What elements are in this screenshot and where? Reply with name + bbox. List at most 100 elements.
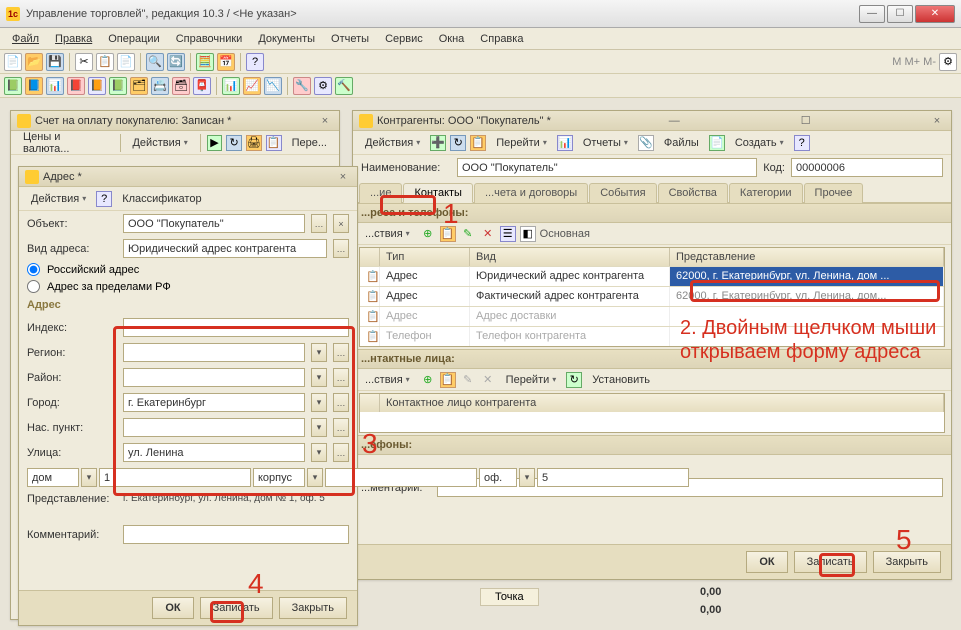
invoice-goto-button[interactable]: Пере... bbox=[286, 135, 333, 151]
addr-actions-button[interactable]: ...ствия▾ bbox=[359, 226, 416, 242]
city-select-button[interactable]: … bbox=[333, 393, 349, 412]
help-icon[interactable]: ? bbox=[246, 53, 264, 71]
address-type-input[interactable] bbox=[123, 239, 327, 258]
window-maximize-button[interactable]: ☐ bbox=[887, 5, 913, 23]
menu-catalogs[interactable]: Справочники bbox=[168, 31, 251, 47]
contacts-add-icon[interactable]: ⊕ bbox=[420, 372, 436, 388]
cut-icon[interactable]: ✂ bbox=[75, 53, 93, 71]
replace-icon[interactable]: 🔄 bbox=[167, 53, 185, 71]
counterparty-maximize-icon[interactable]: ☐ bbox=[798, 114, 814, 128]
menu-help[interactable]: Справка bbox=[472, 31, 531, 47]
counterparty-ok-button[interactable]: ОК bbox=[746, 551, 787, 573]
open-icon[interactable]: 📂 bbox=[25, 53, 43, 71]
object-clear-button[interactable]: × bbox=[333, 214, 349, 233]
menu-windows[interactable]: Окна bbox=[431, 31, 473, 47]
contacts-set-button[interactable]: Установить bbox=[586, 372, 656, 388]
addr-delete-icon[interactable]: ✕ bbox=[480, 226, 496, 242]
cp-reports-button[interactable]: Отчеты▾ bbox=[577, 135, 634, 151]
cp-create-button[interactable]: Создать▾ bbox=[729, 135, 790, 151]
invoice-tree-icon[interactable]: 📋 bbox=[266, 135, 282, 151]
block-num-input[interactable] bbox=[325, 468, 477, 487]
index-input[interactable] bbox=[123, 318, 349, 337]
menu-documents[interactable]: Документы bbox=[250, 31, 323, 47]
invoice-refresh-icon[interactable]: ↻ bbox=[226, 135, 242, 151]
grid-row-1[interactable]: 📋АдресЮридический адрес контрагента62000… bbox=[360, 266, 944, 286]
tab-general[interactable]: ...ие bbox=[359, 183, 402, 203]
block-type-combo[interactable]: корпус bbox=[253, 468, 305, 487]
grid-row-4[interactable]: 📋ТелефонТелефон контрагента bbox=[360, 326, 944, 346]
tb2-icon-8[interactable]: 📇 bbox=[151, 77, 169, 95]
district-select-button[interactable]: … bbox=[333, 368, 349, 387]
code-input[interactable] bbox=[791, 158, 943, 177]
cp-files-button[interactable]: Файлы bbox=[658, 135, 705, 151]
address-ok-button[interactable]: ОК bbox=[152, 597, 193, 619]
menu-service[interactable]: Сервис bbox=[377, 31, 431, 47]
counterparty-close-button[interactable]: Закрыть bbox=[873, 551, 941, 573]
object-select-button[interactable]: … bbox=[311, 214, 327, 233]
invoice-print-icon[interactable]: 🖨 bbox=[246, 135, 262, 151]
menu-edit[interactable]: Правка bbox=[47, 31, 100, 47]
town-input[interactable] bbox=[123, 418, 305, 437]
contacts-actions-button[interactable]: ...ствия▾ bbox=[359, 372, 416, 388]
calc-icon[interactable]: 🧮 bbox=[196, 53, 214, 71]
tb2-icon-5[interactable]: 📙 bbox=[88, 77, 106, 95]
menu-operations[interactable]: Операции bbox=[100, 31, 167, 47]
contacts-refresh-icon[interactable]: ↻ bbox=[566, 372, 582, 388]
address-type-select-button[interactable]: … bbox=[333, 239, 349, 258]
office-type-combo[interactable]: оф. bbox=[479, 468, 517, 487]
col-type[interactable]: Тип bbox=[380, 248, 470, 266]
tb2-icon-10[interactable]: 📮 bbox=[193, 77, 211, 95]
tab-categories[interactable]: Категории bbox=[729, 183, 803, 203]
street-input[interactable] bbox=[123, 443, 305, 462]
tb2-icon-6[interactable]: 📗 bbox=[109, 77, 127, 95]
region-dd-button[interactable]: ▾ bbox=[311, 343, 327, 362]
paste-icon[interactable]: 📄 bbox=[117, 53, 135, 71]
district-input[interactable] bbox=[123, 368, 305, 387]
contacts-edit-icon[interactable]: ✎ bbox=[460, 372, 476, 388]
grid-row-3[interactable]: 📋АдресАдрес доставки bbox=[360, 306, 944, 326]
cp-create-icon[interactable]: 📄 bbox=[709, 135, 725, 151]
cp-report-icon[interactable]: 📊 bbox=[557, 135, 573, 151]
name-input[interactable] bbox=[457, 158, 757, 177]
col-repr[interactable]: Представление bbox=[670, 248, 944, 266]
new-document-icon[interactable]: 📄 bbox=[4, 53, 22, 71]
tb2-icon-7[interactable]: 🗂 bbox=[130, 77, 148, 95]
radio-russian[interactable] bbox=[27, 263, 40, 276]
cp-goto-button[interactable]: Перейти▾ bbox=[490, 135, 553, 151]
region-input[interactable] bbox=[123, 343, 305, 362]
address-actions-button[interactable]: Действия▾ bbox=[25, 191, 92, 207]
tb2-icon-11[interactable]: 📊 bbox=[222, 77, 240, 95]
block-type-dd[interactable]: ▾ bbox=[307, 468, 323, 487]
region-select-button[interactable]: … bbox=[333, 343, 349, 362]
col-kind[interactable]: Вид bbox=[470, 248, 670, 266]
window-close-button[interactable]: ✕ bbox=[915, 5, 955, 23]
house-type-combo[interactable]: дом bbox=[27, 468, 79, 487]
cp-help-icon[interactable]: ? bbox=[794, 135, 810, 151]
address-help-icon[interactable]: ? bbox=[96, 191, 112, 207]
cp-attach-icon[interactable]: 📎 bbox=[638, 135, 654, 151]
cp-refresh-icon[interactable]: ↻ bbox=[450, 135, 466, 151]
invoice-actions-button[interactable]: Действия▾ bbox=[126, 135, 193, 151]
tb2-icon-12[interactable]: 📈 bbox=[243, 77, 261, 95]
cp-actions-button[interactable]: Действия▾ bbox=[359, 135, 426, 151]
tab-other[interactable]: Прочее bbox=[804, 183, 864, 203]
addr-add-icon[interactable]: ⊕ bbox=[420, 226, 436, 242]
settings-icon[interactable]: ⚙ bbox=[939, 53, 957, 71]
contacts-grid[interactable]: Контактное лицо контрагента bbox=[359, 393, 945, 433]
address-save-button[interactable]: Записать bbox=[200, 597, 273, 619]
tb2-icon-3[interactable]: 📊 bbox=[46, 77, 64, 95]
save-icon[interactable]: 💾 bbox=[46, 53, 64, 71]
counterparty-save-button[interactable]: Записать bbox=[794, 551, 867, 573]
copy-icon[interactable]: 📋 bbox=[96, 53, 114, 71]
tb2-icon-1[interactable]: 📗 bbox=[4, 77, 22, 95]
town-dd-button[interactable]: ▾ bbox=[311, 418, 327, 437]
district-dd-button[interactable]: ▾ bbox=[311, 368, 327, 387]
street-select-button[interactable]: … bbox=[333, 443, 349, 462]
calendar-icon[interactable]: 📅 bbox=[217, 53, 235, 71]
tb2-icon-13[interactable]: 📉 bbox=[264, 77, 282, 95]
classifier-button[interactable]: Классификатор bbox=[116, 191, 207, 207]
tab-accounts[interactable]: ...чета и договоры bbox=[474, 183, 588, 203]
city-input[interactable] bbox=[123, 393, 305, 412]
tb2-icon-15[interactable]: ⚙ bbox=[314, 77, 332, 95]
radio-foreign[interactable] bbox=[27, 280, 40, 293]
